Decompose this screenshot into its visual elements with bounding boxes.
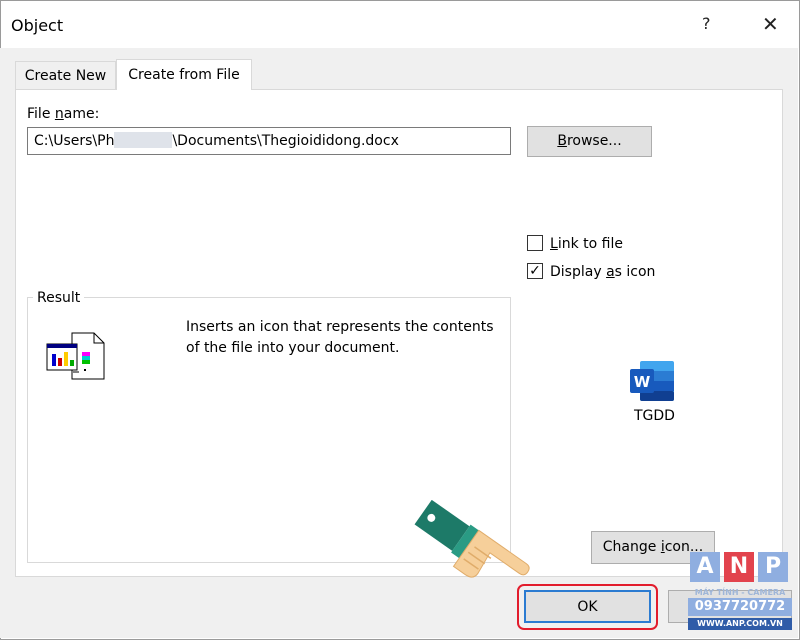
- dialog-title: Object: [11, 16, 64, 35]
- browse-button[interactable]: Browse...: [527, 126, 652, 157]
- svg-text:W: W: [634, 373, 651, 391]
- icon-caption: TGDD: [634, 408, 675, 424]
- display-as-icon-label[interactable]: Display as icon: [550, 264, 655, 280]
- result-description: Inserts an icon that represents the cont…: [186, 319, 494, 356]
- checkmark-icon: ✓: [529, 263, 541, 279]
- link-to-file-checkbox[interactable]: [527, 235, 543, 251]
- link-to-file-label[interactable]: Link to file: [550, 236, 623, 252]
- watermark-phone: 0937720772: [688, 598, 792, 616]
- close-icon[interactable]: ✕: [762, 12, 779, 36]
- file-name-label: File name:: [27, 106, 100, 122]
- tab-create-new[interactable]: Create New: [15, 61, 116, 90]
- word-icon[interactable]: W: [630, 360, 676, 402]
- redacted-username: [114, 132, 173, 148]
- display-as-icon-checkbox[interactable]: ✓: [527, 263, 543, 279]
- insert-object-icon: [46, 332, 106, 380]
- anp-watermark: A N P MÁY TÍNH - CAMERA 0937720772 WWW.A…: [688, 552, 792, 632]
- help-button[interactable]: ?: [702, 14, 711, 33]
- result-label: Result: [33, 290, 85, 306]
- pointing-hand-icon: [405, 499, 535, 610]
- watermark-tagline: MÁY TÍNH - CAMERA: [694, 588, 786, 597]
- watermark-url: WWW.ANP.COM.VN: [688, 618, 792, 630]
- watermark-letter-a: A: [690, 552, 720, 582]
- watermark-letter-n: N: [724, 552, 754, 582]
- file-name-input[interactable]: C:\Users\Ph \Documents\Thegioididong.docx: [27, 127, 511, 155]
- ok-highlight-frame: [517, 584, 658, 630]
- watermark-letter-p: P: [758, 552, 788, 582]
- tab-create-from-file[interactable]: Create from File: [116, 59, 252, 90]
